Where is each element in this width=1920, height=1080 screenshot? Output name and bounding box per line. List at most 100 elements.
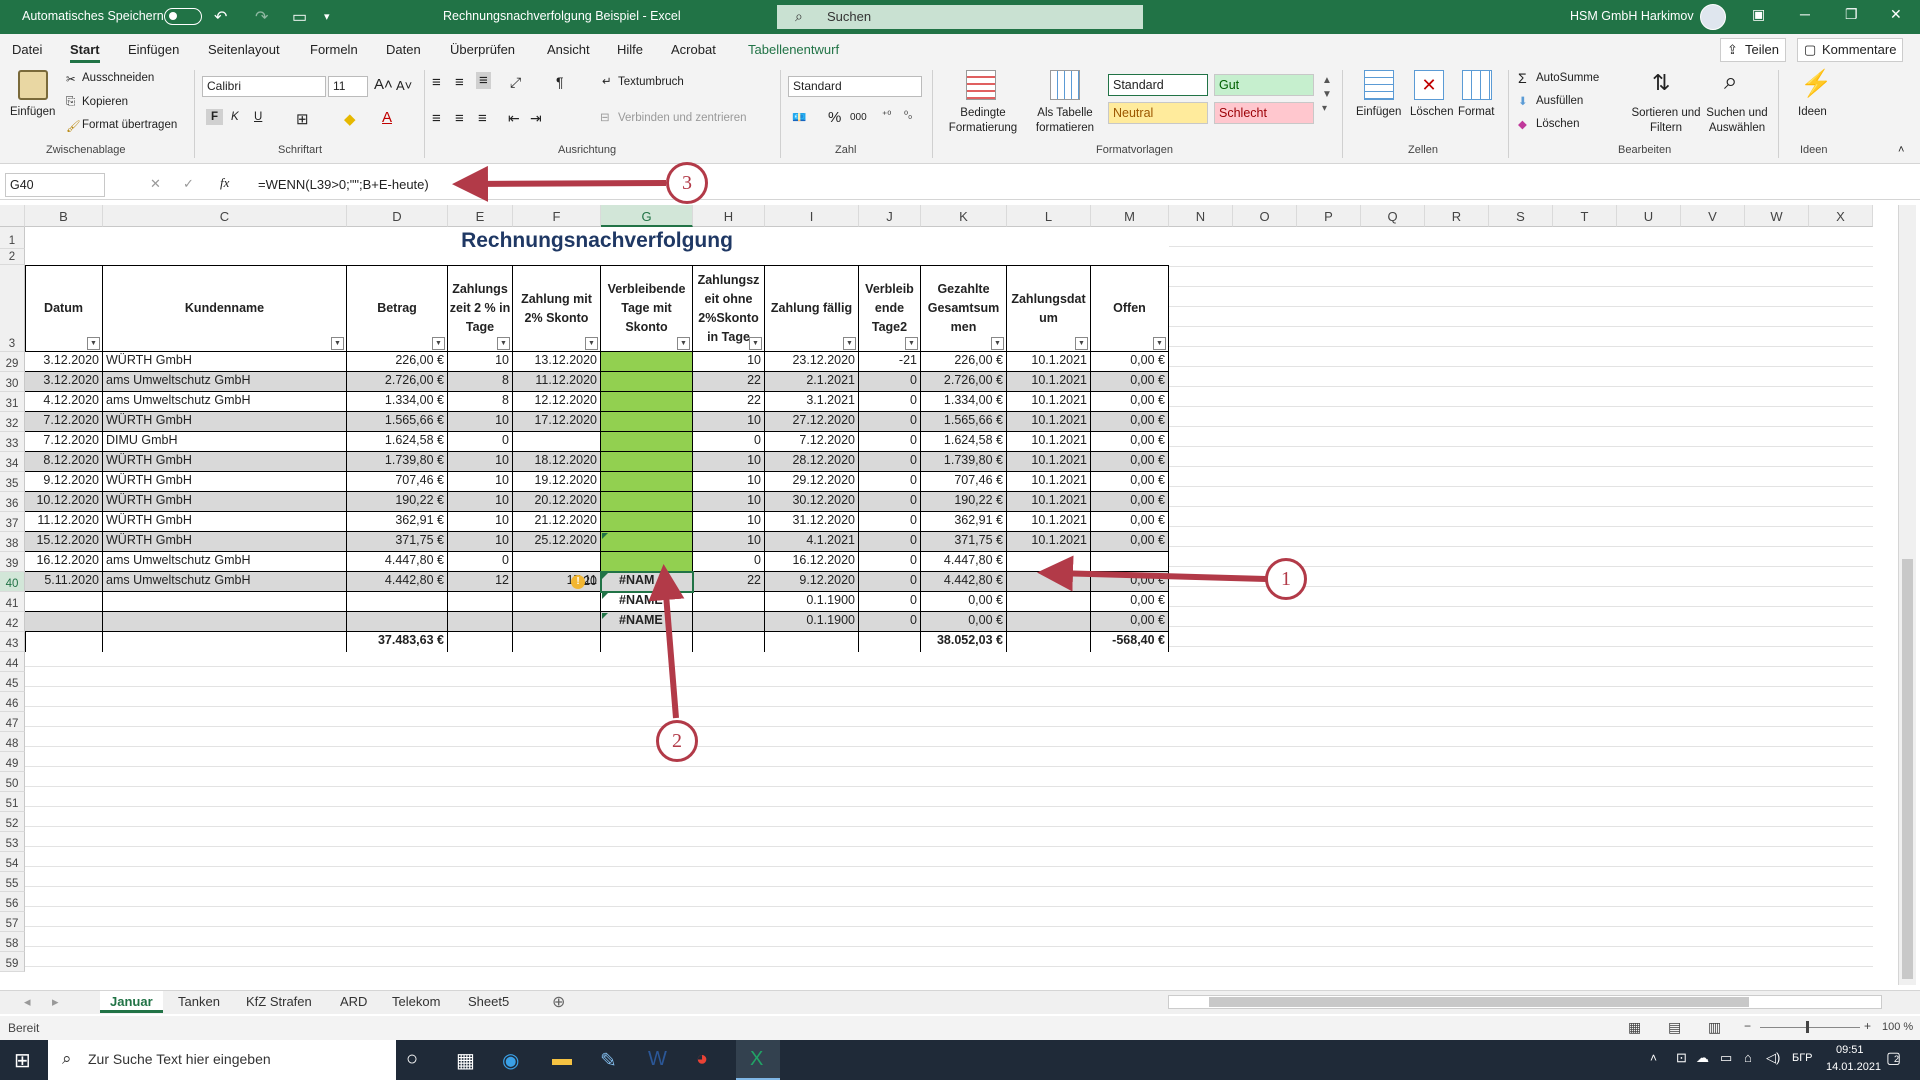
table-cell[interactable]: 0 bbox=[859, 392, 921, 412]
row-header[interactable]: 49 bbox=[0, 752, 25, 772]
row-header[interactable]: 53 bbox=[0, 832, 25, 852]
table-cell[interactable]: WÜRTH GmbH bbox=[103, 532, 347, 552]
format-as-table-icon[interactable] bbox=[1050, 70, 1080, 100]
user-name[interactable]: HSM GmbH Harkimov bbox=[1570, 9, 1694, 23]
table-cell[interactable] bbox=[347, 592, 448, 612]
column-header[interactable]: P bbox=[1297, 205, 1361, 227]
insert-cells-button[interactable]: Einfügen bbox=[1356, 106, 1401, 118]
tray-monitor-icon[interactable]: ▭ bbox=[1720, 1050, 1732, 1066]
error-warning-icon[interactable]: ! bbox=[571, 575, 585, 589]
row-header[interactable]: 43 bbox=[0, 632, 25, 652]
row-header[interactable]: 35 bbox=[0, 472, 25, 492]
table-cell[interactable]: 10.1.2021 bbox=[1007, 492, 1091, 512]
chrome-icon[interactable]: ◕ bbox=[696, 1048, 708, 1071]
table-cell[interactable] bbox=[693, 612, 765, 632]
table-cell[interactable] bbox=[601, 432, 693, 452]
shrink-font-icon[interactable]: A˅ bbox=[396, 78, 412, 93]
table-cell[interactable]: ams Umweltschutz GmbH bbox=[103, 392, 347, 412]
table-cell[interactable]: 13.12.2020 bbox=[513, 352, 601, 372]
style-neutral[interactable]: Neutral bbox=[1108, 102, 1208, 124]
row-header[interactable]: 36 bbox=[0, 492, 25, 512]
minimize-icon[interactable]: ─ bbox=[1800, 6, 1810, 22]
font-size-combo[interactable]: 11 bbox=[328, 76, 368, 97]
table-cell[interactable]: 1.624,58 € bbox=[921, 432, 1007, 452]
tray-chevron-icon[interactable]: ˄ bbox=[1650, 1051, 1657, 1065]
italic-button[interactable]: K bbox=[231, 111, 239, 123]
table-cell[interactable]: 190,22 € bbox=[921, 492, 1007, 512]
style-schlecht[interactable]: Schlecht bbox=[1214, 102, 1314, 124]
table-cell[interactable] bbox=[1007, 572, 1091, 592]
collapse-ribbon-icon[interactable]: ˄ bbox=[1898, 144, 1904, 156]
file-explorer-icon[interactable]: ▬ bbox=[552, 1048, 572, 1071]
row-header[interactable]: 2 bbox=[0, 249, 25, 265]
column-header[interactable]: G bbox=[601, 205, 693, 227]
table-cell[interactable]: 10 bbox=[693, 412, 765, 432]
row-header[interactable]: 56 bbox=[0, 892, 25, 912]
table-cell[interactable]: 10.1.2021 bbox=[1007, 412, 1091, 432]
find-select-button[interactable]: Suchen und Auswählen bbox=[1702, 106, 1772, 136]
page-break-icon[interactable]: ▥ bbox=[1708, 1019, 1721, 1036]
styles-scroll-icon[interactable]: ▲ ▼ ▾ bbox=[1322, 74, 1332, 116]
rtl-icon[interactable]: ¶ bbox=[556, 74, 564, 90]
table-cell[interactable]: 11.12.2020 bbox=[513, 372, 601, 392]
ideas-button[interactable]: Ideen bbox=[1798, 106, 1827, 118]
filter-dropdown-icon[interactable]: ▼ bbox=[749, 337, 762, 350]
column-header[interactable]: T bbox=[1553, 205, 1617, 227]
tab-seitenlayout[interactable]: Seitenlayout bbox=[208, 42, 280, 57]
table-cell[interactable]: 0,00 € bbox=[1091, 372, 1169, 392]
merge-button[interactable]: Verbinden und zentrieren bbox=[618, 112, 747, 124]
zoom-in-icon[interactable]: + bbox=[1864, 1019, 1871, 1033]
table-cell[interactable]: 10.1.2021 bbox=[1007, 392, 1091, 412]
table-cell[interactable]: 4.12.2020 bbox=[25, 392, 103, 412]
table-cell[interactable] bbox=[103, 592, 347, 612]
table-cell[interactable]: 1.565,66 € bbox=[921, 412, 1007, 432]
row-header[interactable]: 29 bbox=[0, 352, 25, 372]
table-cell[interactable]: 8.12.2020 bbox=[25, 452, 103, 472]
row-header[interactable]: 38 bbox=[0, 532, 25, 552]
table-cell[interactable]: 0,00 € bbox=[1091, 572, 1169, 592]
table-cell[interactable]: 10 bbox=[448, 472, 513, 492]
column-header[interactable]: U bbox=[1617, 205, 1681, 227]
network-icon[interactable]: ⌂ bbox=[1744, 1050, 1752, 1065]
column-header[interactable]: L bbox=[1007, 205, 1091, 227]
autosum-button[interactable]: AutoSumme bbox=[1536, 72, 1599, 84]
table-cell[interactable]: 0 bbox=[859, 472, 921, 492]
active-cell-G40[interactable] bbox=[600, 571, 694, 593]
enter-icon[interactable]: ✓ bbox=[183, 176, 194, 192]
table-cell[interactable]: 0,00 € bbox=[1091, 352, 1169, 372]
table-cell[interactable]: 707,46 € bbox=[921, 472, 1007, 492]
paste-button[interactable]: Einfügen bbox=[10, 106, 55, 118]
row-header[interactable]: 33 bbox=[0, 432, 25, 452]
column-header[interactable]: X bbox=[1809, 205, 1873, 227]
table-cell[interactable]: 0,00 € bbox=[1091, 452, 1169, 472]
row-header[interactable]: 55 bbox=[0, 872, 25, 892]
delete-cells-button[interactable]: Löschen bbox=[1410, 106, 1453, 118]
table-cell[interactable]: 9.12.2020 bbox=[765, 572, 859, 592]
table-cell[interactable]: 0,00 € bbox=[1091, 492, 1169, 512]
table-cell[interactable]: 7.12.2020 bbox=[25, 432, 103, 452]
thousands-icon[interactable]: 000 bbox=[850, 112, 867, 123]
grow-font-icon[interactable]: A˄ bbox=[374, 76, 393, 93]
zoom-out-icon[interactable]: − bbox=[1744, 1019, 1751, 1033]
table-cell[interactable]: 3.12.2020 bbox=[25, 372, 103, 392]
table-cell[interactable]: 8 bbox=[448, 392, 513, 412]
tab-formeln[interactable]: Formeln bbox=[310, 42, 358, 57]
table-cell[interactable] bbox=[513, 552, 601, 572]
column-header[interactable]: F bbox=[513, 205, 601, 227]
tab-scroll-right-icon[interactable]: ▸ bbox=[52, 994, 59, 1010]
table-cell[interactable]: 4.442,80 € bbox=[921, 572, 1007, 592]
table-cell[interactable] bbox=[25, 592, 103, 612]
word-icon[interactable]: W bbox=[648, 1048, 667, 1071]
pen-app-icon[interactable]: ✎ bbox=[600, 1048, 617, 1073]
table-cell[interactable]: 10 bbox=[693, 492, 765, 512]
table-cell[interactable]: 0.1.1900 bbox=[765, 592, 859, 612]
table-cell[interactable]: 10 bbox=[448, 352, 513, 372]
sheet-tab-kfz[interactable]: KfZ Strafen bbox=[236, 991, 322, 1013]
percent-icon[interactable]: % bbox=[828, 109, 841, 126]
close-icon[interactable]: ✕ bbox=[1890, 6, 1902, 23]
table-cell[interactable]: 0,00 € bbox=[921, 592, 1007, 612]
tab-tabellenentwurf[interactable]: Tabellenentwurf bbox=[748, 42, 839, 57]
table-cell[interactable]: 0 bbox=[859, 452, 921, 472]
row-header[interactable]: 59 bbox=[0, 952, 25, 972]
tab-einfuegen[interactable]: Einfügen bbox=[128, 42, 179, 57]
